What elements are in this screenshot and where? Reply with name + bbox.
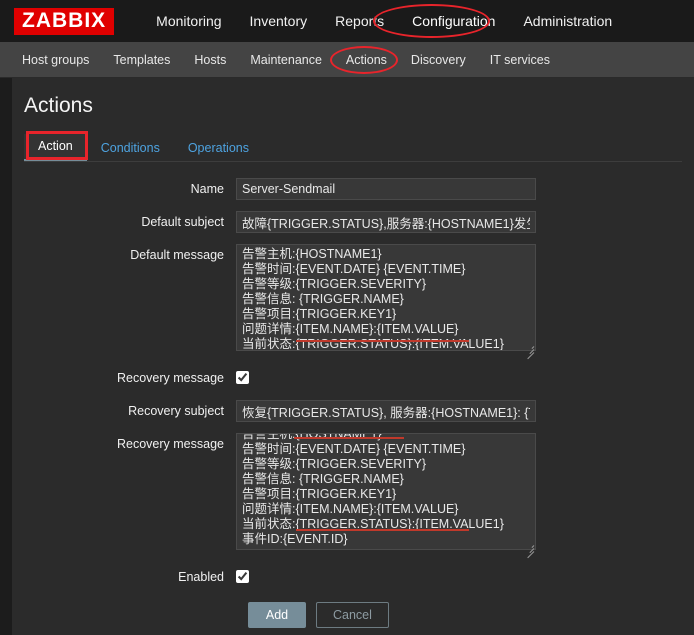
top-navigation-bar: ZABBIX Monitoring Inventory Reports Conf… bbox=[0, 0, 694, 42]
field-recovery-message-toggle bbox=[236, 367, 249, 389]
subnav-item-templates[interactable]: Templates bbox=[101, 53, 182, 67]
form-row-default-subject: Default subject bbox=[24, 211, 694, 233]
page-title: Actions bbox=[24, 94, 93, 117]
subnav-item-actions[interactable]: Actions bbox=[334, 53, 399, 67]
sub-navigation-bar: Host groups Templates Hosts Maintenance … bbox=[0, 42, 694, 78]
field-name bbox=[236, 178, 536, 200]
name-input[interactable] bbox=[236, 178, 536, 200]
zabbix-logo: ZABBIX bbox=[14, 7, 115, 35]
top-nav-items: Monitoring Inventory Reports Configurati… bbox=[142, 13, 626, 29]
topnav-item-administration[interactable]: Administration bbox=[509, 13, 626, 29]
field-recovery-message-body: 告警主机:{HOSTNAME1} 告警时间:{EVENT.DATE} {EVEN… bbox=[236, 433, 536, 559]
topnav-item-monitoring[interactable]: Monitoring bbox=[142, 13, 235, 29]
label-recovery-message-toggle: Recovery message bbox=[117, 371, 224, 385]
page-content: Actions Action Conditions Operations Nam… bbox=[0, 78, 694, 635]
tab-bar: Action Conditions Operations bbox=[24, 131, 682, 162]
form-row-recovery-message-body: Recovery message 告警主机:{HOSTNAME1} 告警时间:{… bbox=[24, 433, 694, 559]
label-recovery-message-body: Recovery message bbox=[117, 437, 224, 451]
form-row-enabled: Enabled bbox=[24, 566, 694, 588]
default-subject-input[interactable] bbox=[236, 211, 536, 233]
recovery-message-textarea[interactable]: 告警主机:{HOSTNAME1} 告警时间:{EVENT.DATE} {EVEN… bbox=[236, 433, 536, 550]
label-name: Name bbox=[190, 182, 224, 196]
default-message-textarea[interactable]: 告警主机:{HOSTNAME1} 告警时间:{EVENT.DATE} {EVEN… bbox=[236, 244, 536, 351]
form-button-row: Add Cancel bbox=[248, 602, 694, 628]
subnav-item-it-services[interactable]: IT services bbox=[478, 53, 562, 67]
tab-conditions[interactable]: Conditions bbox=[87, 136, 174, 161]
label-enabled: Enabled bbox=[178, 570, 224, 584]
cancel-button[interactable]: Cancel bbox=[316, 602, 389, 628]
topnav-item-inventory[interactable]: Inventory bbox=[236, 13, 322, 29]
recovery-message-checkbox[interactable] bbox=[236, 371, 249, 384]
subnav-item-maintenance[interactable]: Maintenance bbox=[238, 53, 334, 67]
label-default-message: Default message bbox=[130, 248, 224, 262]
subnav-item-host-groups[interactable]: Host groups bbox=[10, 53, 101, 67]
subnav-item-discovery[interactable]: Discovery bbox=[399, 53, 478, 67]
label-default-subject: Default subject bbox=[141, 215, 224, 229]
enabled-checkbox[interactable] bbox=[236, 570, 249, 583]
field-default-message: 告警主机:{HOSTNAME1} 告警时间:{EVENT.DATE} {EVEN… bbox=[236, 244, 536, 360]
field-recovery-subject bbox=[236, 400, 536, 422]
tab-action[interactable]: Action bbox=[24, 134, 87, 161]
topnav-item-reports[interactable]: Reports bbox=[321, 13, 398, 29]
topnav-item-configuration[interactable]: Configuration bbox=[398, 13, 509, 29]
form-row-recovery-message-toggle: Recovery message bbox=[24, 367, 694, 389]
recovery-subject-input[interactable] bbox=[236, 400, 536, 422]
subnav-item-hosts[interactable]: Hosts bbox=[182, 53, 238, 67]
form-row-name: Name bbox=[24, 178, 694, 200]
label-recovery-subject: Recovery subject bbox=[128, 404, 224, 418]
tab-operations[interactable]: Operations bbox=[174, 136, 263, 161]
add-button[interactable]: Add bbox=[248, 602, 306, 628]
form-row-recovery-subject: Recovery subject bbox=[24, 400, 694, 422]
action-form: Name Default subject Default message 告警主… bbox=[24, 162, 694, 628]
field-enabled bbox=[236, 566, 249, 588]
form-row-default-message: Default message 告警主机:{HOSTNAME1} 告警时间:{E… bbox=[24, 244, 694, 360]
field-default-subject bbox=[236, 211, 536, 233]
